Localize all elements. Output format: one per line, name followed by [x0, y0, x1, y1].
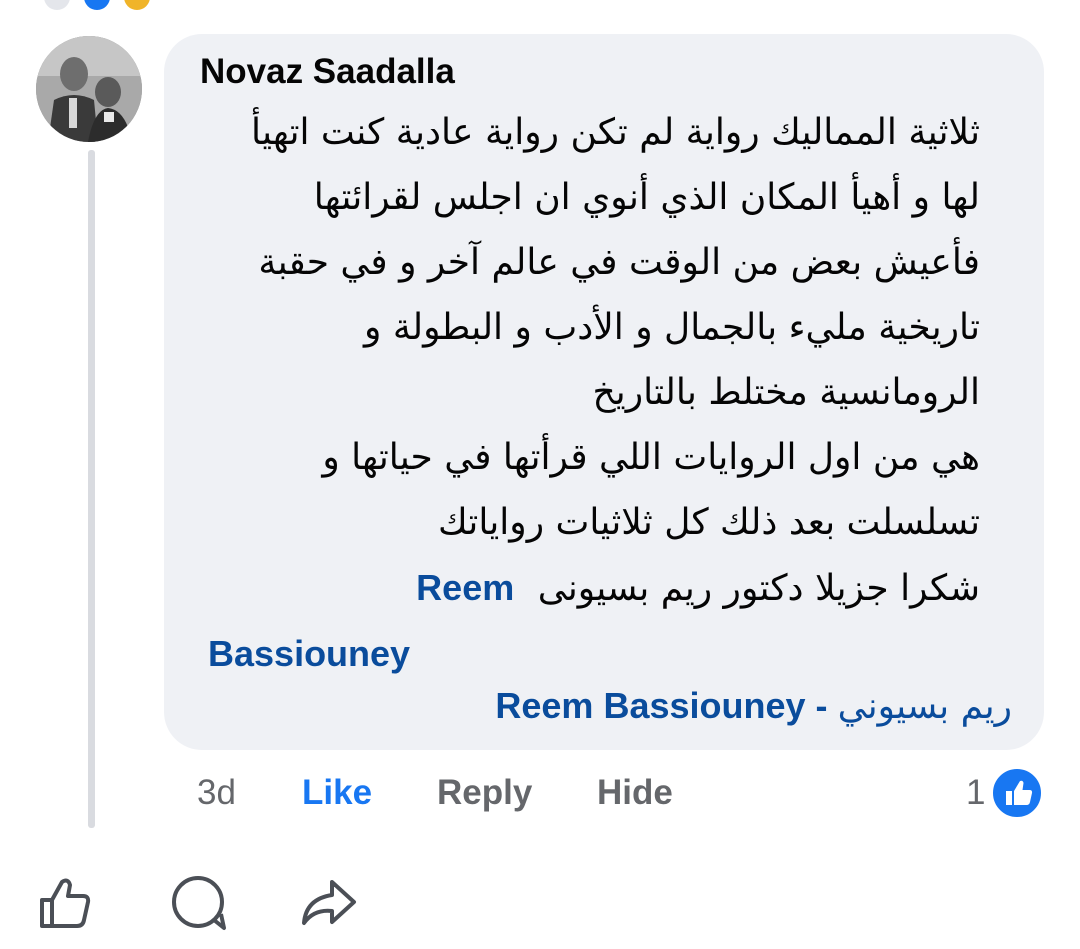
- thanks-text: شكرا جزيلا دكتور ريم بسيونى: [537, 568, 980, 609]
- mention-reem-first[interactable]: Reem: [416, 567, 514, 608]
- avatar[interactable]: [36, 36, 142, 142]
- mention-2-separator: -: [815, 685, 828, 726]
- mention-line-2[interactable]: ريم بسيوني - Reem Bassiouney: [180, 676, 1012, 737]
- comment-line: تاريخية مليء بالجمال و الأدب و البطولة و: [363, 307, 980, 348]
- like-button[interactable]: Like: [302, 773, 372, 813]
- reaction-count[interactable]: 1: [966, 773, 985, 813]
- comment-line-thanks: شكرا جزيلا دكتور ريم بسيونى Reem: [180, 555, 980, 621]
- thumbs-up-icon[interactable]: [36, 870, 102, 936]
- comment-line: ثلاثية المماليك رواية لم تكن رواية عادية…: [251, 112, 980, 153]
- mention-2-english[interactable]: Reem Bassiouney: [495, 685, 805, 726]
- like-reaction-icon[interactable]: [991, 767, 1043, 819]
- post-action-bar: [0, 850, 1080, 949]
- comment-actions: 3d Like Reply Hide 1: [0, 765, 1080, 825]
- reply-button[interactable]: Reply: [437, 773, 532, 813]
- top-reactions-cutoff: [0, 0, 200, 10]
- reaction-dot-3: [124, 0, 150, 10]
- reaction-dot-1: [44, 0, 70, 10]
- comment-time[interactable]: 3d: [197, 773, 236, 813]
- comment-line: لها و أهيأ المكان الذي أنوي ان اجلس لقرا…: [313, 177, 980, 218]
- reaction-dot-2: [84, 0, 110, 10]
- comment-line: الرومانسية مختلط بالتاريخ: [592, 372, 980, 413]
- comment-line: هي من اول الروايات اللي قرأتها في حياتها…: [322, 437, 980, 478]
- hide-button[interactable]: Hide: [597, 773, 673, 813]
- thread-line: [88, 150, 95, 828]
- mention-reem-last[interactable]: Bassiouney: [208, 633, 410, 674]
- comment-icon[interactable]: [166, 870, 232, 936]
- share-icon[interactable]: [296, 870, 362, 936]
- avatar-photo: [36, 36, 142, 142]
- mention-2-arabic[interactable]: ريم بسيوني: [838, 686, 1012, 727]
- comment-line: فأعيش بعض من الوقت في عالم آخر و في حقبة: [258, 242, 980, 283]
- comment-author[interactable]: Novaz Saadalla: [200, 52, 455, 92]
- comment-text: ثلاثية المماليك رواية لم تكن رواية عادية…: [180, 100, 980, 687]
- comment-line: تسلسلت بعد ذلك كل ثلاثيات رواياتك: [437, 502, 980, 543]
